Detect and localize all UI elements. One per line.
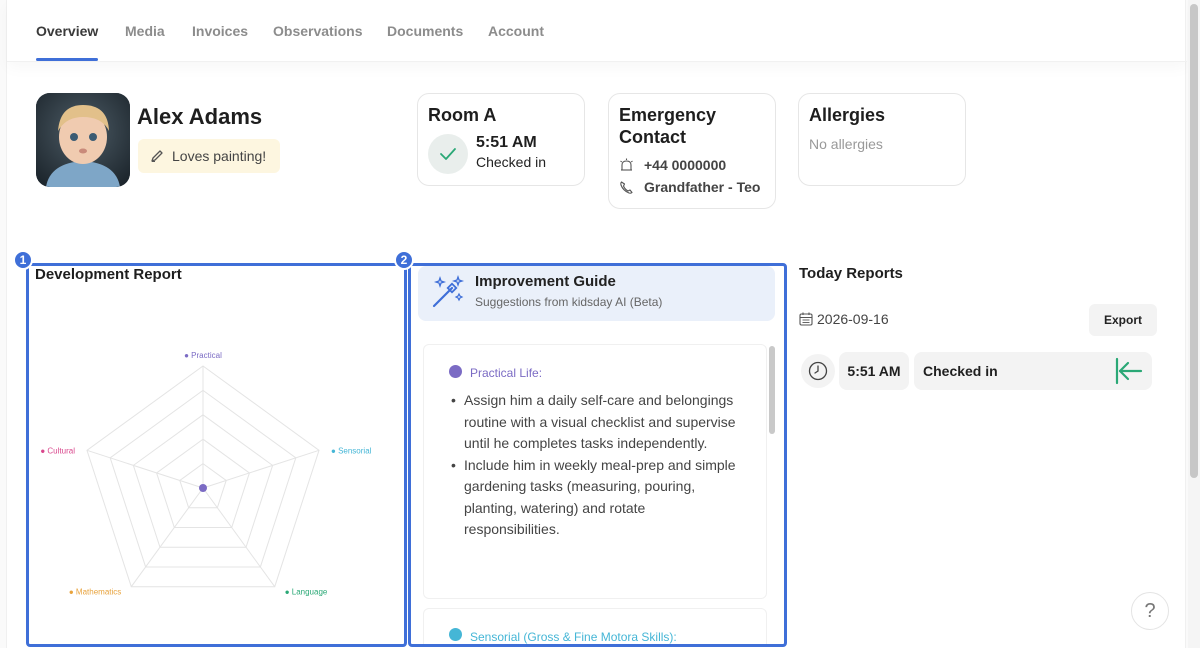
magic-wand-icon	[430, 274, 466, 315]
improvement-guide-title: Improvement Guide	[475, 273, 616, 290]
radar-grid	[86, 365, 320, 588]
today-reports-title: Today Reports	[799, 265, 903, 282]
allergies-card: Allergies No allergies	[798, 93, 966, 186]
child-name: Alex Adams	[137, 104, 263, 129]
emergency-contact-card: Emergency Contact +44 0000000 Grandfathe…	[608, 93, 776, 209]
phone-icon	[619, 180, 635, 195]
radar-spoke	[202, 449, 320, 489]
report-entry-status-row: Checked in	[914, 352, 1152, 390]
tab-overview[interactable]: Overview	[36, 23, 98, 39]
allergies-value: No allergies	[809, 136, 883, 152]
sensorial-dot-icon	[449, 628, 462, 641]
radar-axis-label: ● Cultural	[40, 446, 75, 455]
sensorial-label: Sensorial (Gross & Fine Motora Skills):	[470, 630, 677, 644]
guide-sensorial-card: Sensorial (Gross & Fine Motora Skills):	[423, 608, 767, 644]
development-report-panel: Development Report ● Practical ● Sensoria…	[26, 263, 407, 647]
emergency-relation: Grandfather - Teo	[644, 179, 761, 195]
report-entry-time: 5:51 AM	[839, 352, 909, 390]
practical-life-label: Practical Life:	[470, 366, 543, 380]
radar-spoke	[130, 487, 204, 587]
improvement-guide-header: Improvement Guide Suggestions from kidsd…	[418, 266, 775, 321]
pencil-icon	[150, 149, 164, 163]
allergies-title: Allergies	[809, 105, 886, 125]
calendar-icon	[799, 312, 813, 326]
emergency-phone: +44 0000000	[644, 157, 727, 173]
room-card: Room A 5:51 AM Checked in	[417, 93, 585, 186]
page-scrollbar-thumb[interactable]	[1190, 4, 1198, 478]
child-note-badge: Loves painting!	[138, 139, 281, 173]
tab-invoices[interactable]: Invoices	[192, 23, 248, 39]
emergency-relation-row: Grandfather - Teo	[619, 179, 760, 195]
radar-data-point	[199, 484, 207, 492]
child-note-text: Loves painting!	[172, 148, 267, 164]
emergency-contact-title: Emergency Contact	[619, 104, 716, 148]
emergency-title-line1: Emergency	[619, 105, 717, 125]
room-title: Room A	[428, 105, 497, 125]
guide-scrollbar[interactable]	[769, 346, 775, 434]
radar-axis-label: ● Sensorial	[331, 446, 372, 455]
room-checkin-status: Checked in	[476, 154, 547, 170]
list-item: Include him in weekly meal-prep and simp…	[451, 455, 739, 541]
export-button[interactable]: Export	[1089, 304, 1157, 336]
radar-spoke	[86, 449, 204, 489]
alarm-icon	[619, 158, 635, 173]
page: Overview Media Invoices Observations Doc…	[6, 0, 1187, 648]
marker-1-badge: 1	[13, 250, 33, 270]
report-entry-status: Checked in	[923, 363, 998, 379]
avatar	[36, 93, 130, 187]
list-item: Assign him a daily self-care and belongi…	[451, 390, 739, 455]
report-date: 2026-09-16	[817, 311, 889, 327]
report-date-row[interactable]: 2026-09-16	[799, 311, 889, 327]
guide-practical-life-card: Practical Life: Assign him a daily self-…	[423, 344, 767, 599]
emergency-phone-row[interactable]: +44 0000000	[619, 157, 726, 173]
practical-life-dot-icon	[449, 365, 462, 378]
radar-axis-label: ● Practical	[184, 351, 222, 360]
improvement-guide-subtitle: Suggestions from kidsday AI (Beta)	[475, 295, 663, 309]
radar-axis-label: ● Language	[285, 588, 328, 597]
tab-media[interactable]: Media	[125, 23, 165, 39]
child-photo-icon	[36, 93, 130, 187]
radar-axis-label: ● Mathematics	[69, 588, 121, 597]
tab-observations[interactable]: Observations	[273, 23, 362, 39]
room-checkin-time: 5:51 AM	[476, 134, 537, 151]
tab-account[interactable]: Account	[488, 23, 544, 39]
check-in-arrow-icon	[1112, 356, 1144, 386]
tab-documents[interactable]: Documents	[387, 23, 463, 39]
page-scrollbar[interactable]	[1188, 0, 1200, 648]
help-button[interactable]: ?	[1131, 592, 1169, 630]
clock-icon	[801, 354, 835, 388]
development-radar-chart: ● Practical ● Sensorial ● Language ● Mathem…	[40, 351, 372, 597]
checked-in-icon	[428, 134, 468, 174]
radar-spoke	[202, 487, 276, 587]
tab-bar: Overview Media Invoices Observations Doc…	[7, 0, 1187, 62]
improvement-guide-panel: Improvement Guide Suggestions from kidsd…	[408, 263, 787, 647]
marker-2-badge: 2	[394, 250, 414, 270]
practical-life-suggestions: Assign him a daily self-care and belongi…	[451, 390, 739, 541]
active-tab-indicator	[36, 58, 98, 61]
emergency-title-line2: Contact	[619, 127, 686, 147]
